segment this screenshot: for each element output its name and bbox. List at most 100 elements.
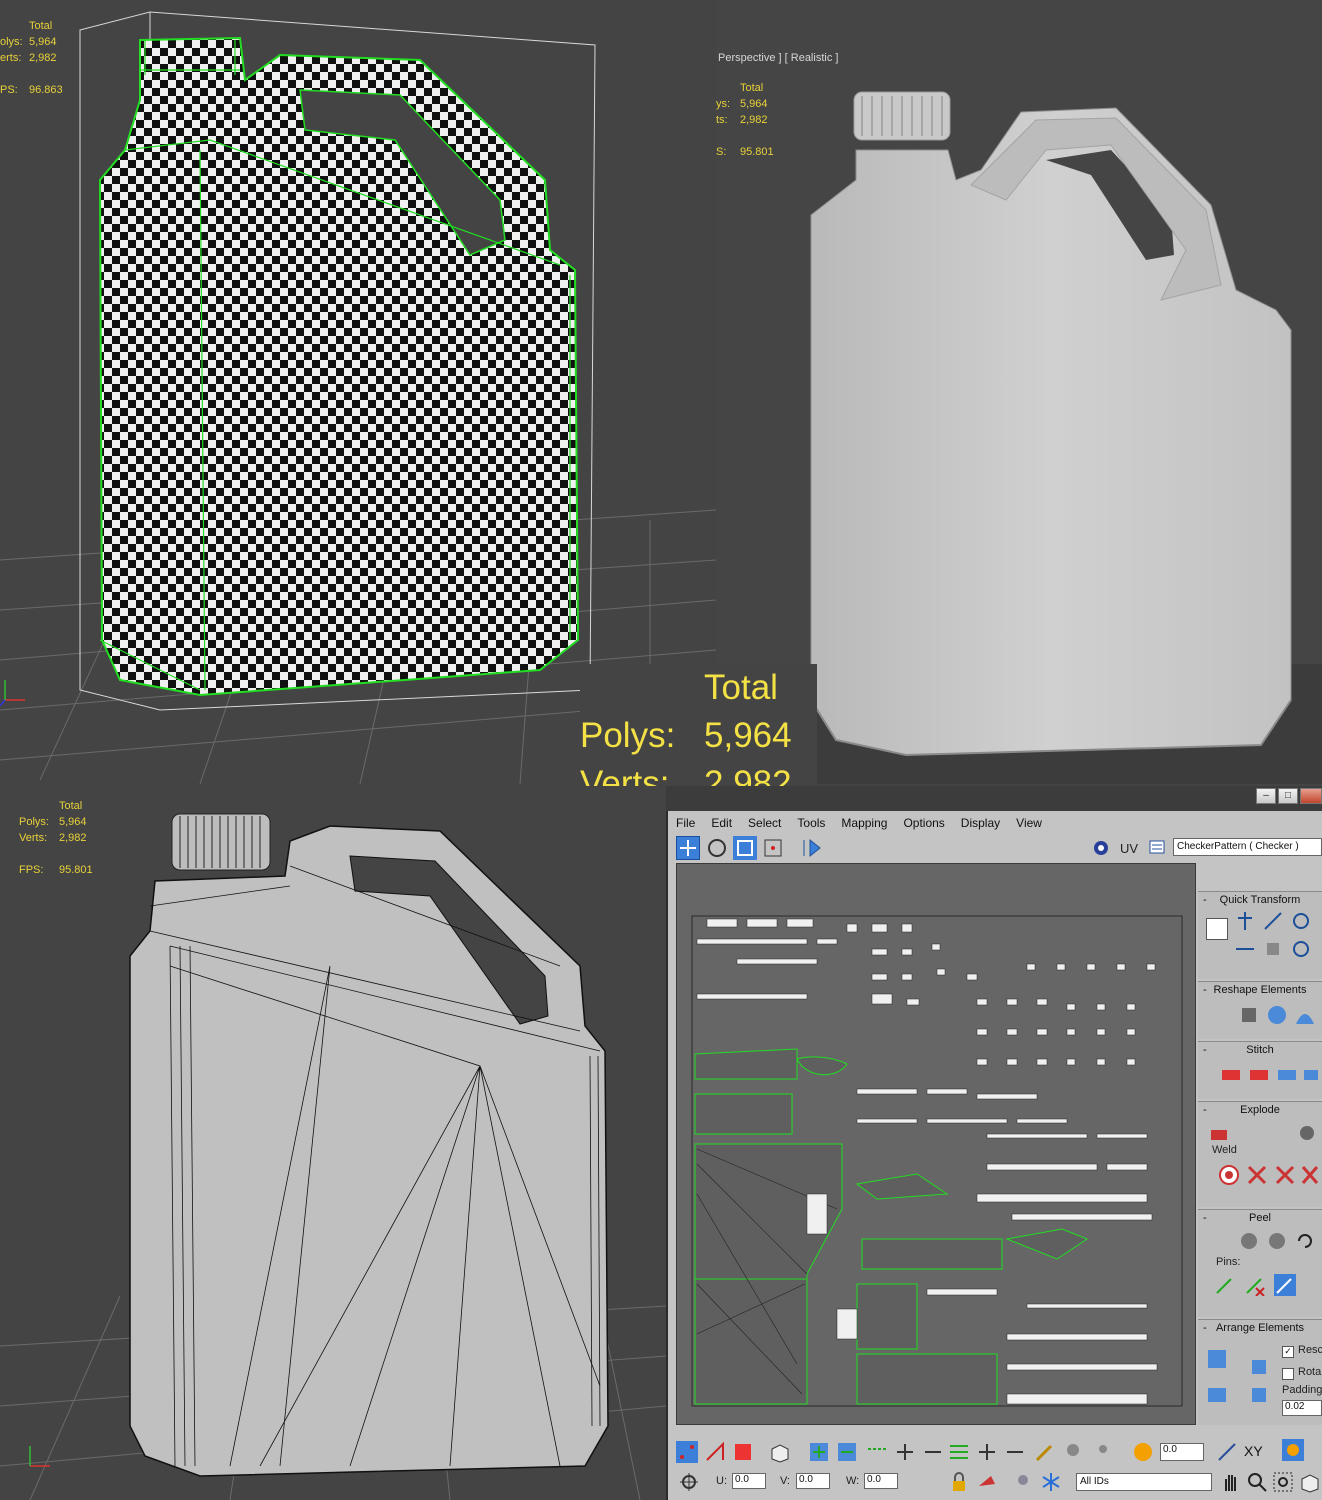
uv-space-label[interactable]: UV bbox=[1120, 841, 1138, 856]
freeform-tool-icon[interactable] bbox=[761, 836, 785, 860]
rotate-tool-icon[interactable] bbox=[705, 836, 729, 860]
u-field[interactable]: 0.0 bbox=[732, 1473, 766, 1489]
rollout-header-explode[interactable]: - Explode bbox=[1198, 1102, 1322, 1118]
ring-icon[interactable] bbox=[948, 1441, 970, 1463]
weld-threshold-icon[interactable] bbox=[1274, 1164, 1296, 1186]
loop-grow-icon[interactable] bbox=[894, 1441, 916, 1463]
stats-fps-value: 96.863 bbox=[29, 84, 63, 96]
loop-icon[interactable] bbox=[866, 1441, 888, 1463]
uv-canvas[interactable] bbox=[676, 863, 1196, 1425]
stitch-source-icon[interactable] bbox=[1276, 1064, 1298, 1086]
pan-hand-icon[interactable] bbox=[1220, 1471, 1242, 1493]
filter-selected-icon[interactable] bbox=[1012, 1471, 1034, 1493]
mirror-tool-icon[interactable] bbox=[800, 836, 824, 860]
menu-select[interactable]: Select bbox=[740, 813, 789, 833]
rollout-header-quick-transform[interactable]: - Quick Transform bbox=[1198, 892, 1322, 908]
window-titlebar[interactable]: – □ bbox=[666, 786, 1322, 811]
edge-select-icon[interactable] bbox=[704, 1441, 726, 1463]
freeze-icon[interactable] bbox=[1040, 1471, 1062, 1493]
soft-selection-value[interactable]: 0.0 bbox=[1160, 1443, 1204, 1461]
align-linear-icon[interactable] bbox=[1262, 910, 1284, 932]
flatten-icon[interactable] bbox=[1296, 1122, 1318, 1144]
v-field[interactable]: 0.0 bbox=[796, 1473, 830, 1489]
align-pivot-icon[interactable] bbox=[1206, 918, 1228, 940]
soft-selection-icon[interactable] bbox=[1132, 1441, 1154, 1463]
rollout-header-stitch[interactable]: - Stitch bbox=[1198, 1042, 1322, 1058]
element-select-icon[interactable] bbox=[768, 1441, 790, 1463]
grow-selection-icon[interactable] bbox=[808, 1441, 830, 1463]
ring-grow-icon[interactable] bbox=[976, 1441, 998, 1463]
rotate-cw-icon[interactable] bbox=[1290, 938, 1312, 960]
scale-tool-icon[interactable] bbox=[733, 836, 757, 860]
pack-custom-icon[interactable] bbox=[1206, 1348, 1228, 1370]
stitch-average-icon[interactable] bbox=[1248, 1064, 1270, 1086]
menu-tools[interactable]: Tools bbox=[789, 813, 833, 833]
rotate-ccw-icon[interactable] bbox=[1290, 910, 1312, 932]
zoom-region-icon[interactable] bbox=[1272, 1471, 1294, 1493]
relax-icon[interactable] bbox=[1266, 1004, 1288, 1026]
stitch-settings-icon[interactable] bbox=[1302, 1064, 1320, 1086]
stitch-target-icon[interactable] bbox=[1220, 1064, 1242, 1086]
absolute-mode-icon[interactable] bbox=[678, 1471, 700, 1493]
weld-all-icon[interactable] bbox=[1300, 1164, 1320, 1186]
w-field[interactable]: 0.0 bbox=[864, 1473, 898, 1489]
menu-file[interactable]: File bbox=[668, 813, 703, 833]
rotate-checkbox[interactable] bbox=[1282, 1368, 1294, 1380]
rollout-header-reshape[interactable]: - Reshape Elements bbox=[1198, 982, 1322, 998]
ring-shrink-icon[interactable] bbox=[1004, 1441, 1026, 1463]
rescale-checkbox[interactable]: ✓ bbox=[1282, 1346, 1294, 1358]
padding-field[interactable]: 0.02 bbox=[1282, 1400, 1322, 1416]
target-weld-icon[interactable] bbox=[1218, 1164, 1240, 1186]
reset-peel-icon[interactable] bbox=[1294, 1230, 1316, 1252]
uv-space-toggle-icon[interactable] bbox=[1282, 1439, 1304, 1461]
zoom-extents-icon[interactable] bbox=[1298, 1471, 1320, 1493]
straighten-icon[interactable] bbox=[1238, 1004, 1260, 1026]
zoom-icon[interactable] bbox=[1246, 1471, 1268, 1493]
menu-mapping[interactable]: Mapping bbox=[833, 813, 895, 833]
map-list-icon[interactable] bbox=[1148, 838, 1166, 856]
lock-icon[interactable] bbox=[948, 1471, 970, 1493]
pin-icon[interactable] bbox=[1214, 1274, 1236, 1296]
pack-together-icon[interactable] bbox=[1248, 1356, 1270, 1378]
stats-polys-label: olys: bbox=[0, 36, 23, 48]
minimize-icon[interactable]: – bbox=[1256, 788, 1276, 804]
paint-grow-icon[interactable] bbox=[1062, 1441, 1084, 1463]
loop-shrink-icon[interactable] bbox=[922, 1441, 944, 1463]
peel-mode-icon[interactable] bbox=[1266, 1230, 1288, 1252]
pack-normalize-icon[interactable] bbox=[1206, 1382, 1228, 1404]
menu-edit[interactable]: Edit bbox=[703, 813, 740, 833]
relax-settings-icon[interactable] bbox=[1294, 1004, 1316, 1026]
stats-polys-label: ys: bbox=[716, 98, 731, 110]
move-tool-icon[interactable] bbox=[676, 836, 700, 860]
weld-selected-icon[interactable] bbox=[1246, 1164, 1268, 1186]
material-id-dropdown[interactable]: All IDs bbox=[1076, 1473, 1212, 1491]
paint-select-icon[interactable] bbox=[1034, 1441, 1056, 1463]
close-icon[interactable] bbox=[1300, 788, 1322, 804]
menu-view[interactable]: View bbox=[1008, 813, 1050, 833]
menu-display[interactable]: Display bbox=[953, 813, 1008, 833]
vertex-select-icon[interactable] bbox=[676, 1441, 698, 1463]
falloff-icon[interactable] bbox=[1216, 1441, 1238, 1463]
unpin-icon[interactable] bbox=[1244, 1274, 1266, 1297]
break-icon[interactable] bbox=[1208, 1122, 1230, 1144]
quick-peel-icon[interactable] bbox=[1238, 1230, 1260, 1252]
maximize-icon[interactable]: □ bbox=[1278, 788, 1298, 804]
align-horizontal-icon[interactable] bbox=[1234, 938, 1256, 960]
rollout-header-peel[interactable]: - Peel bbox=[1198, 1210, 1322, 1226]
hide-icon[interactable] bbox=[976, 1471, 998, 1493]
auto-pin-icon[interactable] bbox=[1274, 1274, 1296, 1296]
space-icon[interactable] bbox=[1262, 938, 1284, 960]
viewport-bottom-left[interactable]: Total Polys: 5,964 Verts: 2,982 FPS: 95.801 bbox=[0, 786, 666, 1500]
map-dropdown[interactable]: CheckerPattern ( Checker ) bbox=[1173, 838, 1322, 856]
paint-shrink-icon[interactable] bbox=[1090, 1441, 1112, 1463]
viewport-label[interactable]: Perspective ] [ Realistic ] bbox=[718, 52, 838, 64]
face-select-icon[interactable] bbox=[732, 1441, 754, 1463]
checker-map-icon[interactable] bbox=[1089, 836, 1113, 860]
menu-options[interactable]: Options bbox=[895, 813, 952, 833]
align-vertical-icon[interactable] bbox=[1234, 910, 1256, 932]
rollout-header-arrange[interactable]: - Arrange Elements bbox=[1198, 1320, 1322, 1336]
pack-rescale-icon[interactable] bbox=[1248, 1384, 1270, 1406]
xy-label[interactable]: XY bbox=[1244, 1443, 1263, 1459]
shrink-selection-icon[interactable] bbox=[836, 1441, 858, 1463]
stats-verts-label: ts: bbox=[716, 114, 728, 126]
